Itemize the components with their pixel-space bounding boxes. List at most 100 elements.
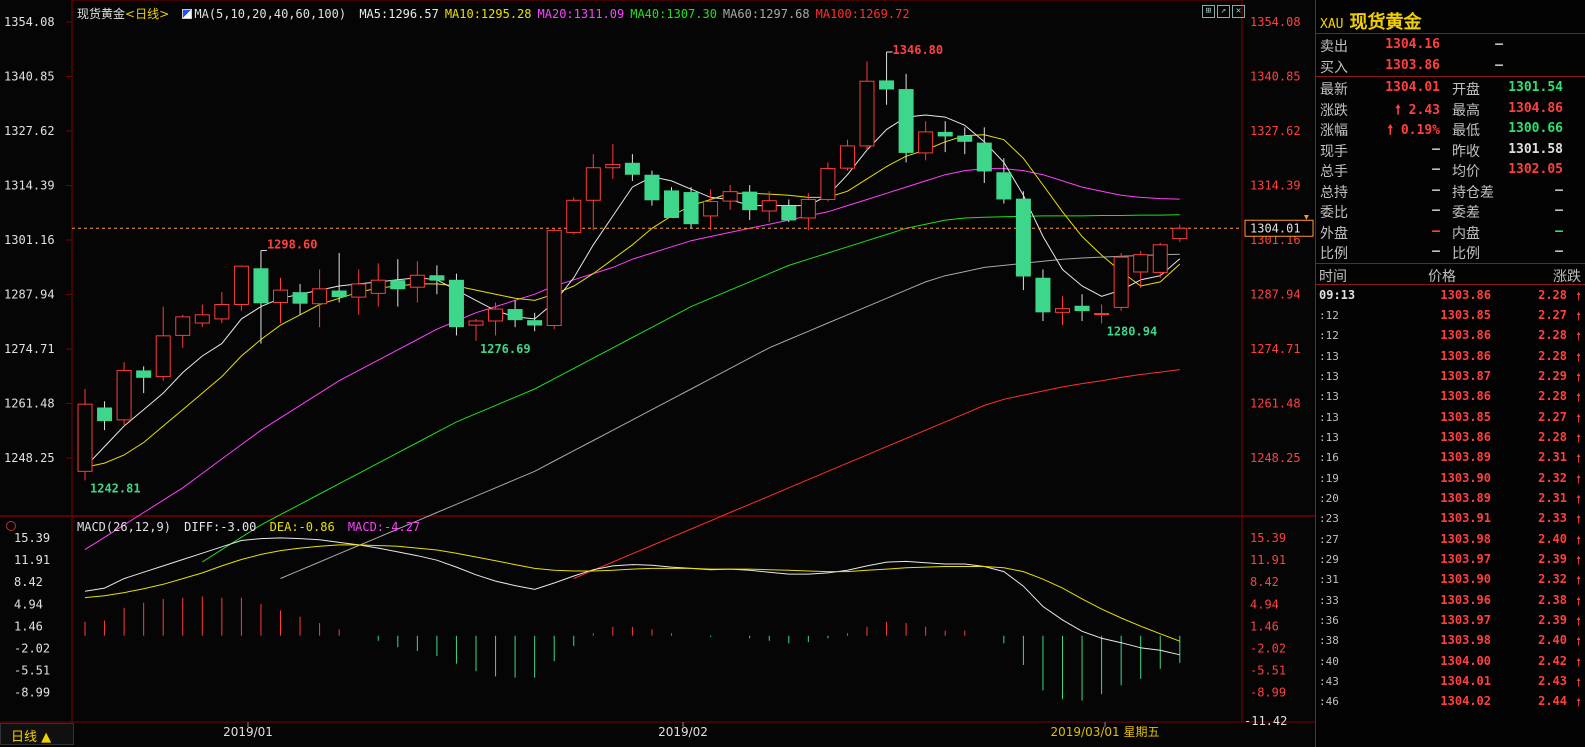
macd-settings-icon[interactable] [6, 521, 16, 531]
tick-row[interactable]: :16 1303.89 2.31 🠕 [1316, 447, 1585, 467]
kline-chart-svg[interactable]: 1354.08 1354.08 1340.85 1340.85 1327.62 1327.… [0, 0, 1315, 747]
quote-row: 外盘 – 内盘 – [1316, 222, 1585, 243]
candle-body-down [976, 142, 992, 172]
tick-change: 2.40 [1538, 531, 1567, 546]
up-arrow-icon: 🠕 [1576, 513, 1581, 527]
up-arrow-icon: 🠕 [1576, 370, 1581, 384]
tick-row[interactable]: :13 1303.86 2.28 🠕 [1316, 386, 1585, 406]
price-axis-left-label: 1340.85 [4, 70, 55, 84]
macd-value-label: MACD:-4.27 [347, 520, 421, 534]
ma-settings-icon[interactable] [182, 9, 193, 19]
tick-row[interactable]: :40 1304.00 2.42 🠕 [1316, 651, 1585, 671]
period-tab[interactable]: 日线 ▲ [0, 723, 74, 745]
tick-row[interactable]: 09:13 1303.86 2.28 🠕 [1316, 285, 1585, 305]
ma-value-label: MA40:1307.30 [630, 7, 717, 21]
up-arrow-icon: 🠕 [1576, 472, 1581, 486]
quote-value: – [1432, 182, 1440, 198]
tick-row[interactable]: :38 1303.98 2.40 🠕 [1316, 630, 1585, 650]
tick-row[interactable]: :27 1303.98 2.40 🠕 [1316, 529, 1585, 549]
diff-line [84, 537, 1180, 656]
date-label: 2019/01 [223, 725, 273, 739]
up-arrow-icon: 🠕 [1576, 696, 1581, 710]
tick-price: 1303.98 [1440, 531, 1491, 546]
candle-body-down [879, 80, 895, 90]
close-icon[interactable]: ✕ [1232, 5, 1245, 18]
up-arrow-icon: 🠕 [1576, 635, 1581, 649]
macd-axis-left-label: -5.51 [14, 664, 50, 678]
kline-chart-area[interactable]: 1354.08 1354.08 1340.85 1340.85 1327.62 1327.… [0, 0, 1315, 747]
tick-row[interactable]: :13 1303.85 2.27 🠕 [1316, 407, 1585, 427]
tick-row[interactable]: :43 1304.01 2.43 🠕 [1316, 671, 1585, 691]
bid-ask-block: 卖出 1304.16 – 买入 1303.86 – [1316, 34, 1585, 76]
high-annotation: 1346.80 [893, 43, 944, 57]
candle-body-down [507, 309, 523, 321]
up-arrow-icon: 🠕 [1576, 350, 1581, 364]
bid-ask-volume: – [1495, 57, 1503, 73]
macd-axis-right-label: -8.99 [1250, 686, 1286, 700]
quote-value: 1300.66 [1508, 121, 1563, 136]
candle-body-down [683, 192, 699, 225]
quote-block: 最新 1304.01 开盘 1301.54 涨跌 🠕 2.43 最高 1304.86 涨幅 🠕 0… [1316, 76, 1585, 263]
candle-body-down [996, 172, 1012, 200]
tick-row[interactable]: :46 1304.02 2.44 🠕 [1316, 691, 1585, 711]
tick-table[interactable]: 09:13 1303.86 2.28 🠕:12 1303.85 2.27 🠕:12 1303.… [1316, 285, 1585, 712]
macd-title-bar: MACD(26,12,9) DIFF:-3.00 DEA:-0.86 MACD:… [77, 520, 426, 534]
candle-body-down [253, 268, 269, 304]
expand-icon[interactable]: ↗ [1217, 5, 1230, 18]
tick-change: 2.28 [1538, 389, 1567, 404]
candle-body-down [1015, 198, 1031, 277]
quote-label: 比例 [1320, 246, 1348, 262]
quote-label: 现手 [1320, 143, 1348, 160]
tick-row[interactable]: :33 1303.96 2.38 🠕 [1316, 590, 1585, 610]
tick-row[interactable]: :20 1303.89 2.31 🠕 [1316, 488, 1585, 508]
tick-row[interactable]: :31 1303.90 2.32 🠕 [1316, 569, 1585, 589]
candle-body-up [1094, 313, 1110, 316]
quote-value: – [1432, 244, 1440, 259]
macd-axis-left-label: 1.46 [14, 619, 43, 633]
tick-row[interactable]: :36 1303.97 2.39 🠕 [1316, 610, 1585, 630]
bid-ask-row: 买入 1303.86 – [1316, 56, 1585, 77]
candle-body-down [664, 190, 679, 219]
ma10-line [84, 134, 1181, 468]
tick-row[interactable]: :13 1303.86 2.28 🠕 [1316, 346, 1585, 366]
tick-time: :31 [1319, 573, 1339, 587]
tick-time: :19 [1319, 471, 1339, 485]
quote-value: – [1432, 223, 1440, 239]
candle-body-up [194, 314, 210, 324]
tick-row[interactable]: :23 1303.91 2.33 🠕 [1316, 508, 1585, 528]
candle-body-up [312, 288, 328, 305]
tick-time: :33 [1319, 593, 1339, 607]
tick-row[interactable]: :13 1303.86 2.28 🠕 [1316, 427, 1585, 447]
tick-row[interactable]: :12 1303.85 2.27 🠕 [1316, 305, 1585, 325]
restore-icon[interactable]: ⊞ [1202, 5, 1215, 18]
tick-row[interactable]: :29 1303.97 2.39 🠕 [1316, 549, 1585, 569]
tick-time: :12 [1319, 329, 1339, 343]
quote-label: 昨收 [1452, 143, 1480, 160]
tick-price: 1303.86 [1440, 429, 1491, 444]
candle-body-down [1035, 277, 1051, 313]
price-axis-right-label: 1327.62 [1250, 124, 1301, 138]
tick-row[interactable]: :13 1303.87 2.29 🠕 [1316, 366, 1585, 386]
macd-axis-left-label: 11.91 [14, 553, 50, 567]
tick-price: 1303.97 [1440, 613, 1491, 627]
candle-body-up [370, 279, 386, 294]
tick-change: 2.44 [1538, 694, 1567, 709]
tick-price: 1303.97 [1440, 551, 1491, 566]
quote-row: 现手 – 昨收 1301.58 [1316, 140, 1585, 161]
candle-body-down [136, 370, 152, 378]
tick-row[interactable]: :12 1303.86 2.28 🠕 [1316, 325, 1585, 345]
price-axis-left-label: 1314.39 [4, 179, 55, 193]
candle-body-up [800, 198, 816, 219]
candle-body-down [644, 174, 660, 201]
tick-time: :38 [1319, 634, 1339, 648]
period-label[interactable]: <日线> [125, 7, 169, 21]
quote-row: 比例 – 比例 – [1316, 242, 1585, 263]
macd-axis-right-label: -5.51 [1250, 664, 1286, 678]
tick-row[interactable]: :19 1303.90 2.32 🠕 [1316, 468, 1585, 488]
candle-body-down [331, 290, 347, 298]
current-price-tag: 1304.01 [1250, 221, 1301, 235]
tick-price: 1303.90 [1440, 572, 1491, 587]
candle-body-down [898, 89, 914, 153]
tick-time: :43 [1319, 675, 1339, 689]
tick-price: 1303.86 [1440, 287, 1491, 302]
